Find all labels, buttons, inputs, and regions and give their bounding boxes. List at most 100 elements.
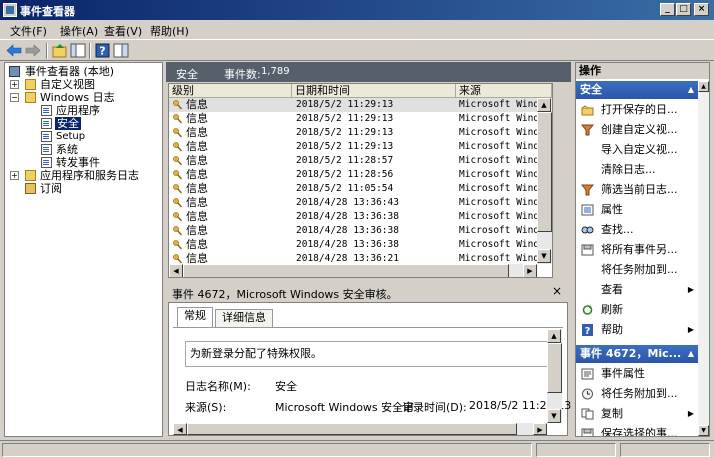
hscroll-thumb[interactable] — [183, 264, 509, 277]
action-item[interactable]: 事件属性 — [576, 364, 698, 384]
scroll-left-button[interactable]: ◀ — [173, 423, 187, 435]
action-item[interactable]: 查找... — [576, 220, 698, 240]
detail-horizontal-scrollbar[interactable]: ◀ ▶ — [173, 423, 547, 435]
scroll-down-button[interactable]: ▼ — [537, 249, 551, 263]
event-level: 信息 — [186, 168, 208, 181]
scroll-up-button[interactable]: ▲ — [537, 98, 551, 112]
detail-vertical-scrollbar[interactable]: ▲ ▼ — [547, 329, 562, 423]
close-button[interactable]: × — [694, 3, 709, 16]
event-datetime: 2018/5/2 11:05:54 — [296, 183, 394, 194]
actions-section-security[interactable]: 安全 ▲ — [576, 81, 698, 99]
action-item[interactable]: 将所有事件另... — [576, 240, 698, 260]
navigation-tree: 事件查看器 (本地) + 自定义视图 − Windows 日志 应用程序 安全 … — [4, 62, 163, 437]
source-value: Microsoft Windows 安全审 — [275, 401, 415, 414]
action-label: 清除日志... — [601, 163, 656, 176]
menu-view[interactable]: 查看(V) — [104, 23, 142, 39]
event-row[interactable]: 信息 2018/5/2 11:29:13 Microsoft Wind... — [169, 98, 552, 112]
collapse-up-icon[interactable]: ▲ — [688, 345, 694, 363]
scroll-right-button[interactable]: ▶ — [533, 423, 547, 435]
event-list: 级别 日期和时间 来源 信息 2018/5/2 11:29:13 Microsoft… — [168, 83, 553, 278]
hscroll-thumb[interactable] — [187, 423, 517, 435]
back-arrow-icon[interactable] — [6, 43, 22, 58]
event-row[interactable]: 信息 2018/4/28 13:36:38 Microsoft Wind... — [169, 238, 552, 252]
help-icon[interactable]: ? — [95, 43, 111, 58]
action-item[interactable]: 创建自定义视... — [576, 120, 698, 140]
column-header-datetime[interactable]: 日期和时间 — [292, 84, 456, 98]
vertical-scrollbar[interactable]: ▲ ▼ — [537, 98, 552, 264]
minimize-button[interactable]: _ — [660, 3, 675, 16]
scroll-up-button[interactable]: ▲ — [698, 81, 709, 92]
scroll-up-button[interactable]: ▲ — [547, 329, 561, 343]
info-key-icon — [173, 212, 182, 222]
action-item[interactable]: 打开保存的日... — [576, 100, 698, 120]
action-item[interactable]: 保存选择的事... — [576, 424, 698, 437]
tree-log-label-selected: 安全 — [55, 117, 81, 130]
action-label: 保存选择的事... — [601, 427, 678, 437]
event-datetime: 2018/4/28 13:36:38 — [296, 239, 399, 250]
scroll-right-button[interactable]: ▶ — [523, 264, 537, 277]
scroll-thumb[interactable] — [537, 112, 552, 232]
info-key-icon — [173, 254, 182, 264]
event-detail-header: 事件 4672，Microsoft Windows 安全审核。 × — [168, 284, 568, 302]
action-pane-icon[interactable] — [113, 43, 129, 58]
horizontal-scrollbar[interactable]: ◀ ▶ — [169, 264, 537, 277]
event-row[interactable]: 信息 2018/5/2 11:28:56 Microsoft Wind... — [169, 168, 552, 182]
event-row[interactable]: 信息 2018/5/2 11:28:57 Microsoft Wind... — [169, 154, 552, 168]
event-datetime: 2018/5/2 11:29:13 — [296, 113, 394, 124]
action-item[interactable]: 筛选当前日志... — [576, 180, 698, 200]
restore-button[interactable]: □ — [676, 3, 691, 16]
action-item[interactable]: 查看 ▶ — [576, 280, 698, 300]
log-header-name: 安全 — [176, 68, 198, 81]
actions-section-event[interactable]: 事件 4672，Mic... ▲ — [576, 345, 698, 363]
scroll-left-button[interactable]: ◀ — [169, 264, 183, 277]
help-icon: ? — [582, 324, 593, 336]
submenu-arrow-icon: ▶ — [687, 285, 694, 294]
menu-file[interactable]: 文件(F) — [10, 23, 47, 39]
action-item[interactable]: 复制 ▶ — [576, 404, 698, 424]
scroll-down-button[interactable]: ▼ — [547, 409, 561, 423]
forward-arrow-icon[interactable] — [25, 43, 41, 58]
action-label: 属性 — [601, 203, 623, 216]
event-row[interactable]: 信息 2018/4/28 13:36:38 Microsoft Wind... — [169, 210, 552, 224]
tab-details[interactable]: 详细信息 — [215, 309, 273, 327]
title-bar: 事件查看器 _ □ × — [0, 0, 714, 20]
up-level-icon[interactable] — [52, 43, 68, 58]
expand-icon[interactable]: + — [10, 80, 19, 89]
action-item[interactable]: 将任务附加到... — [576, 384, 698, 404]
scroll-thumb[interactable] — [547, 343, 562, 393]
actions-pane: 操作 安全 ▲ 打开保存的日... 创建自定义视... 导入自定义视... 清除日志.… — [575, 62, 710, 437]
collapse-icon[interactable]: − — [10, 93, 19, 102]
collapse-up-icon[interactable]: ▲ — [688, 81, 694, 99]
action-label: 将所有事件另... — [601, 243, 678, 256]
action-item[interactable]: 刷新 — [576, 300, 698, 320]
show-hide-tree-icon[interactable] — [70, 43, 86, 58]
column-header-source[interactable]: 来源 — [456, 84, 552, 98]
action-item[interactable]: 导入自定义视... — [576, 140, 698, 160]
action-item[interactable]: 将任务附加到... — [576, 260, 698, 280]
tree-subscriptions-label: 订阅 — [40, 182, 62, 195]
event-row[interactable]: 信息 2018/4/28 13:36:43 Microsoft Wind... — [169, 196, 552, 210]
refresh-icon — [582, 305, 593, 315]
action-item[interactable]: 清除日志... — [576, 160, 698, 180]
event-viewer-icon — [9, 66, 20, 77]
tab-general[interactable]: 常规 — [177, 307, 213, 327]
log-icon — [41, 105, 52, 116]
save-icon — [581, 244, 594, 256]
event-row[interactable]: 信息 2018/5/2 11:05:54 Microsoft Wind... — [169, 182, 552, 196]
actions-scrollbar[interactable]: ▲ ▼ — [698, 81, 709, 436]
action-item[interactable]: 属性 — [576, 200, 698, 220]
scroll-down-button[interactable]: ▼ — [698, 425, 709, 436]
event-row[interactable]: 信息 2018/5/2 11:29:13 Microsoft Wind... — [169, 140, 552, 154]
find-icon — [581, 226, 594, 234]
action-item[interactable]: ? 帮助 ▶ — [576, 320, 698, 340]
menu-help[interactable]: 帮助(H) — [150, 23, 189, 39]
event-row[interactable]: 信息 2018/5/2 11:29:13 Microsoft Wind... — [169, 126, 552, 140]
event-datetime: 2018/4/28 13:36:38 — [296, 225, 399, 236]
info-key-icon — [173, 100, 182, 110]
event-row[interactable]: 信息 2018/5/2 11:29:13 Microsoft Wind... — [169, 112, 552, 126]
column-header-level[interactable]: 级别 — [169, 84, 292, 98]
event-row[interactable]: 信息 2018/4/28 13:36:38 Microsoft Wind... — [169, 224, 552, 238]
detail-close-button[interactable]: × — [552, 284, 562, 298]
expand-icon[interactable]: + — [10, 171, 19, 180]
menu-action[interactable]: 操作(A) — [60, 23, 98, 39]
